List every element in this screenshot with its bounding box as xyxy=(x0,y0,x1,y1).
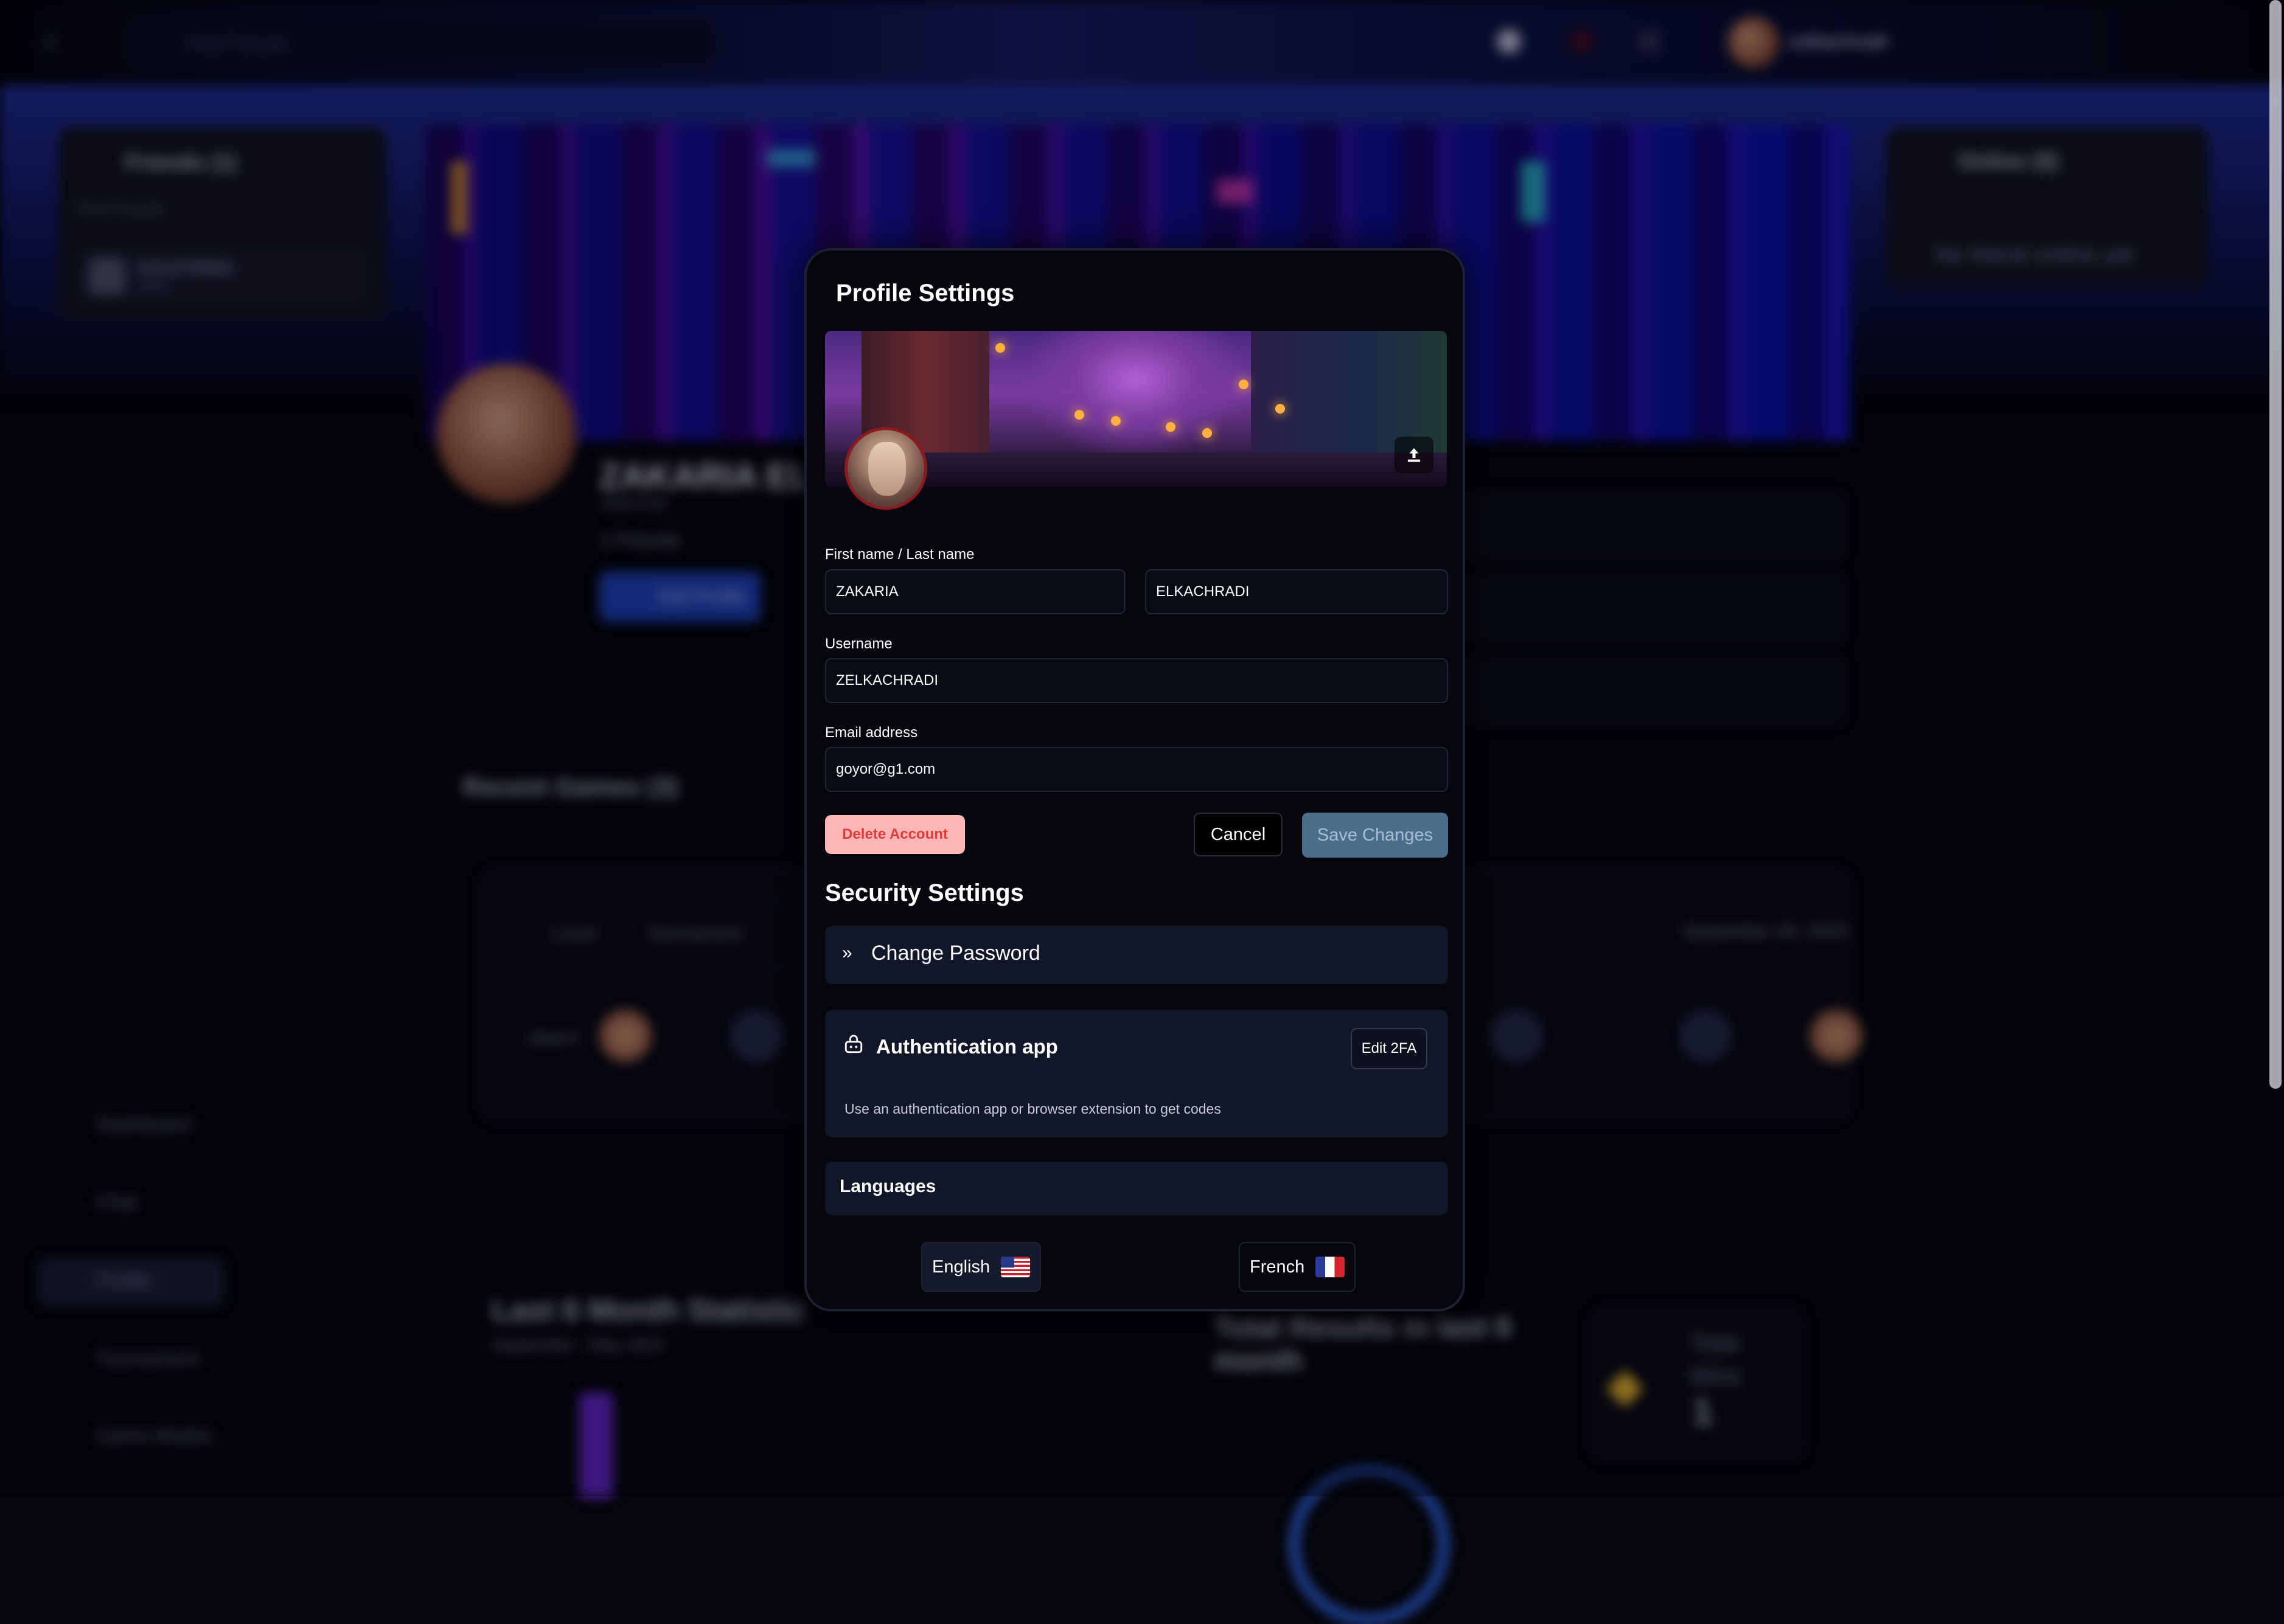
france-flag-icon xyxy=(1315,1257,1345,1277)
security-settings-title: Security Settings xyxy=(825,880,1024,906)
first-name-input[interactable] xyxy=(825,569,1126,614)
language-french-button[interactable]: French xyxy=(1239,1242,1356,1292)
change-password-label: Change Password xyxy=(871,942,1040,965)
us-flag-icon xyxy=(1001,1257,1031,1277)
auth-app-description: Use an authentication app or browser ext… xyxy=(844,1101,1221,1117)
languages-card: Languages xyxy=(825,1162,1448,1215)
change-password-card[interactable]: » Change Password xyxy=(825,926,1448,984)
modal-title: Profile Settings xyxy=(836,280,1015,307)
username-input[interactable] xyxy=(825,658,1448,703)
language-english-button[interactable]: English xyxy=(921,1242,1042,1292)
profile-settings-modal: Profile Settings First name / Last name … xyxy=(804,248,1465,1311)
upload-icon xyxy=(1408,448,1420,462)
last-name-input[interactable] xyxy=(1145,569,1448,614)
email-input[interactable] xyxy=(825,747,1448,792)
language-english-label: English xyxy=(932,1257,991,1277)
authenticator-icon xyxy=(844,1035,863,1053)
double-chevron-right-icon: » xyxy=(842,943,852,963)
upload-cover-button[interactable] xyxy=(1394,437,1433,473)
language-french-label: French xyxy=(1250,1257,1305,1277)
edit-2fa-button[interactable]: Edit 2FA xyxy=(1351,1028,1427,1069)
authentication-app-card: Authentication app Edit 2FA Use an authe… xyxy=(825,1010,1448,1137)
name-label: First name / Last name xyxy=(825,546,975,563)
profile-avatar-upload[interactable] xyxy=(844,427,927,510)
email-label: Email address xyxy=(825,724,918,741)
delete-account-button[interactable]: Delete Account xyxy=(825,815,965,854)
username-label: Username xyxy=(825,636,893,652)
languages-title: Languages xyxy=(840,1176,936,1196)
save-changes-button[interactable]: Save Changes xyxy=(1302,813,1448,858)
cancel-button[interactable]: Cancel xyxy=(1194,813,1283,856)
auth-app-title: Authentication app xyxy=(876,1035,1058,1058)
page-scrollbar[interactable] xyxy=(2269,0,2282,1089)
